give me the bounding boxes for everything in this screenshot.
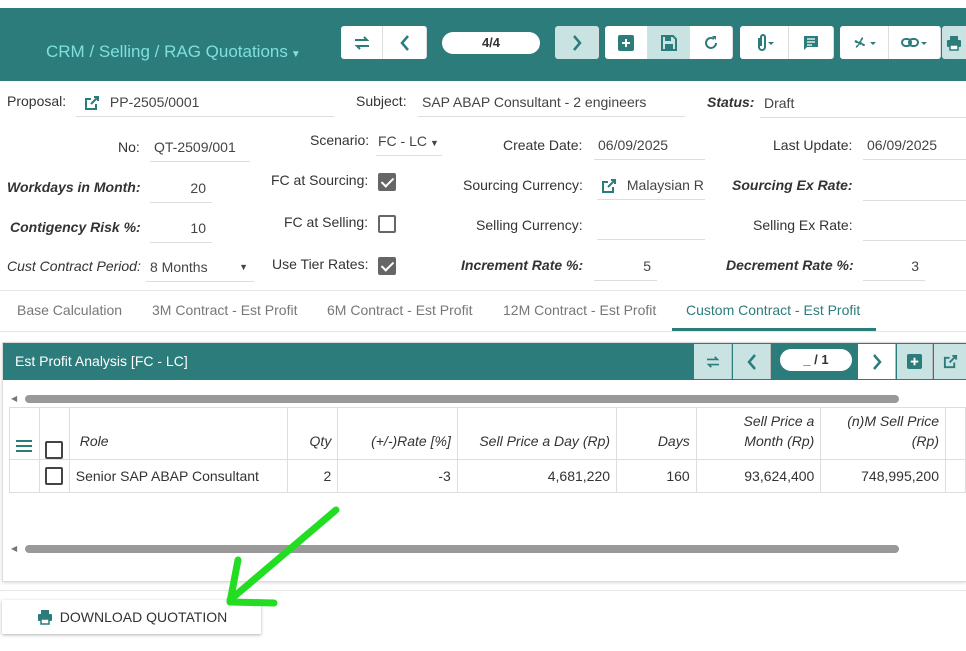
annotation-arrow-icon <box>226 506 340 607</box>
